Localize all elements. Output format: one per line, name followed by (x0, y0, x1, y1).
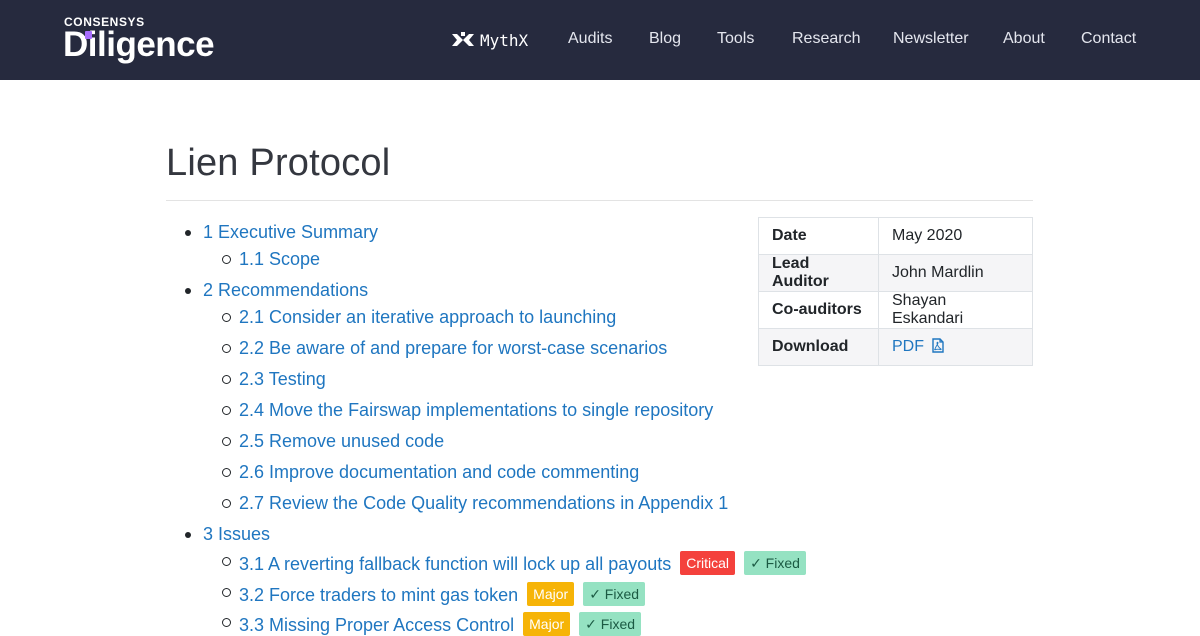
title-divider (166, 200, 1033, 201)
severity-badge-major: Major (527, 582, 575, 606)
meta-row-download: Download PDF (758, 328, 1033, 366)
toc-issue-3-1: 3.1 A reverting fallback function will l… (222, 551, 806, 575)
status-badge-fixed: ✓ Fixed (579, 612, 642, 636)
toc-rec-2-5[interactable]: 2.5 Remove unused code (221, 431, 444, 452)
page-title: Lien Protocol (166, 142, 391, 184)
status-badge-fixed: ✓ Fixed (583, 582, 646, 606)
toc-issue-label[interactable]: 3.3 Missing Proper Access Control (239, 615, 514, 635)
meta-value: John Mardlin (878, 254, 1033, 292)
toc-issue-3-2: 3.2 Force traders to mint gas token Majo… (221, 582, 646, 606)
consensys-diligence-logo[interactable]: CONSENSYS Diligence (63, 13, 215, 67)
toc-issue-3-3: 3.3 Missing Proper Access Control Major … (221, 612, 642, 636)
toc-issue-label[interactable]: 3.2 Force traders to mint gas token (239, 585, 518, 605)
toc-executive-summary[interactable]: 1 Executive Summary (184, 222, 378, 243)
severity-badge-critical: Critical (680, 551, 736, 575)
meta-key: Co-auditors (758, 291, 879, 329)
meta-key: Date (758, 217, 879, 255)
mythx-label: MythX (480, 30, 529, 50)
meta-value: PDF (878, 328, 1033, 366)
nav-research[interactable]: Research (792, 29, 860, 49)
nav-blog[interactable]: Blog (649, 29, 681, 49)
toc-issues[interactable]: 3 Issues (184, 524, 270, 545)
severity-badge-major: Major (523, 612, 571, 636)
top-navbar: CONSENSYS Diligence MythX Audits Blog To… (0, 0, 1200, 80)
download-pdf-link[interactable]: PDF (892, 338, 945, 355)
meta-row-lead-auditor: Lead Auditor John Mardlin (758, 254, 1033, 292)
toc-rec-2-1[interactable]: 2.1 Consider an iterative approach to la… (221, 307, 616, 328)
toc-issue-label[interactable]: 3.1 A reverting fallback function will l… (239, 554, 671, 574)
audit-meta-table: Date May 2020 Lead Auditor John Mardlin … (758, 217, 1033, 366)
toc-recommendations[interactable]: 2 Recommendations (184, 280, 368, 301)
brand-accent-dot (85, 31, 92, 39)
nav-newsletter[interactable]: Newsletter (893, 29, 969, 49)
nav-audits[interactable]: Audits (568, 29, 612, 49)
toc-rec-2-3[interactable]: 2.3 Testing (222, 369, 326, 390)
toc-rec-2-7[interactable]: 2.7 Review the Code Quality recommendati… (221, 493, 728, 514)
meta-row-date: Date May 2020 (758, 217, 1033, 255)
meta-row-co-auditors: Co-auditors Shayan Eskandari (758, 291, 1033, 329)
toc-rec-2-6[interactable]: 2.6 Improve documentation and code comme… (221, 462, 639, 483)
mythx-logo-icon (452, 32, 474, 46)
toc-scope[interactable]: 1.1 Scope (221, 249, 320, 270)
toc-rec-2-2[interactable]: 2.2 Be aware of and prepare for worst-ca… (221, 338, 667, 359)
meta-value: Shayan Eskandari (878, 291, 1033, 329)
nav-contact[interactable]: Contact (1081, 29, 1136, 49)
nav-tools[interactable]: Tools (717, 29, 754, 49)
meta-key: Download (758, 328, 879, 366)
pdf-file-icon (932, 338, 945, 353)
toc-rec-2-4[interactable]: 2.4 Move the Fairswap implementations to… (221, 400, 713, 421)
mythx-link[interactable]: MythX (452, 28, 528, 52)
meta-key: Lead Auditor (758, 254, 879, 292)
pdf-link-label: PDF (892, 338, 924, 355)
nav-about[interactable]: About (1003, 29, 1045, 49)
meta-value: May 2020 (878, 217, 1033, 255)
status-badge-fixed: ✓ Fixed (744, 551, 806, 575)
